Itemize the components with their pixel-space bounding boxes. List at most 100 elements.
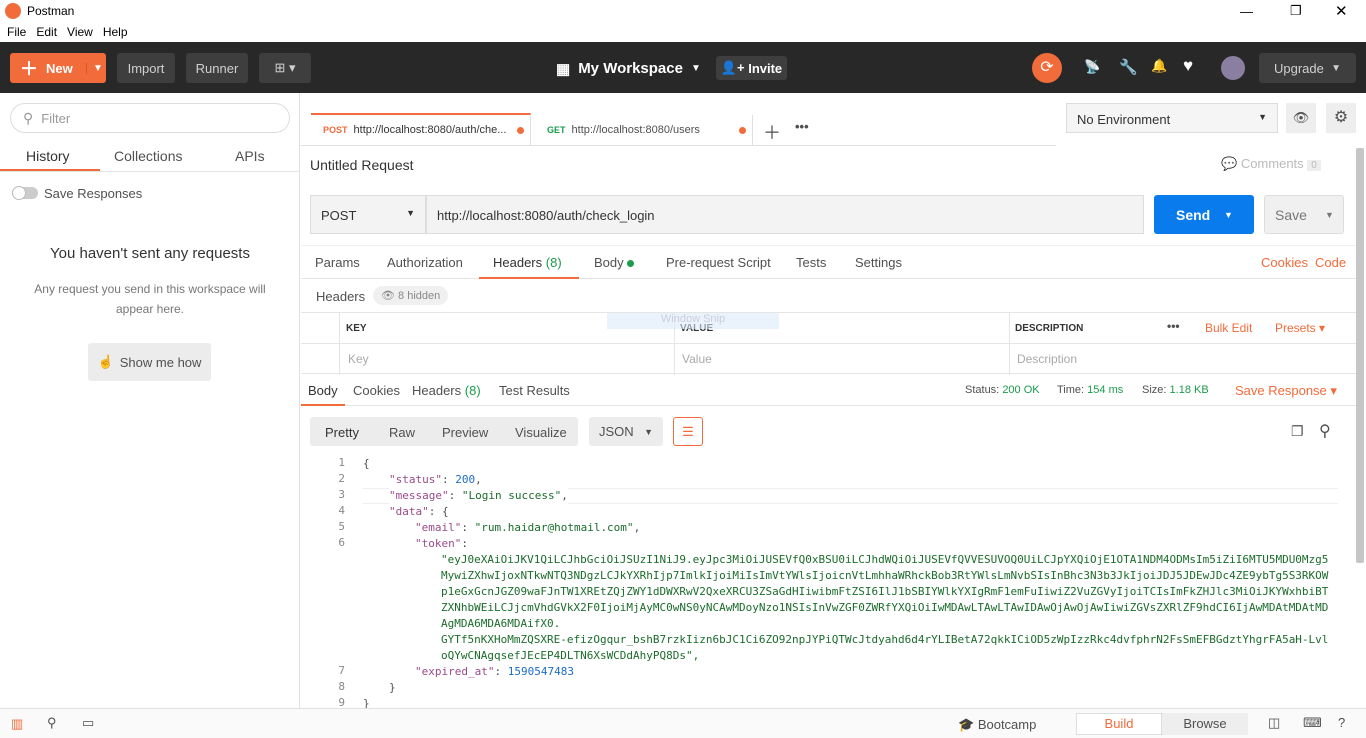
postman-logo-icon [5, 3, 21, 19]
code-link[interactable]: Code [1315, 255, 1346, 270]
invite-button[interactable]: 👤+ Invite [716, 56, 787, 80]
tab-collections[interactable]: Collections [114, 148, 182, 164]
cookies-link[interactable]: Cookies [1261, 255, 1308, 270]
pointer-icon: ☝ [97, 354, 114, 369]
view-preview[interactable]: Preview [442, 425, 488, 440]
bootcamp-link[interactable]: 🎓 Bootcamp [958, 717, 1036, 733]
satellite-icon[interactable]: 📡 [1084, 59, 1100, 75]
gear-icon[interactable]: ⚙ [1326, 103, 1356, 133]
tab-history[interactable]: History [26, 148, 70, 164]
add-tab-button[interactable]: ＋ [763, 119, 781, 145]
menu-view[interactable]: View [67, 25, 93, 39]
sync-icon[interactable]: ⟳ [1032, 53, 1062, 83]
find-icon[interactable]: ⚲ [47, 715, 57, 731]
send-button[interactable]: Send ▼ [1154, 195, 1254, 234]
code-line: "email": "rum.haidar@hotmail.com", [415, 521, 641, 534]
line-number: 6 [338, 536, 345, 549]
format-select[interactable]: JSON ▼ [589, 417, 663, 446]
line-number: 9 [338, 696, 345, 708]
request-title[interactable]: Untitled Request [310, 157, 414, 173]
heart-icon[interactable]: ♥ [1183, 56, 1193, 76]
environment-select[interactable]: No Environment ▼ [1066, 103, 1278, 133]
avatar[interactable] [1221, 56, 1245, 80]
filter-input[interactable]: ⚲ Filter [10, 103, 290, 133]
line-number: 4 [338, 504, 345, 517]
chevron-down-icon[interactable]: ▼ [86, 62, 103, 74]
new-window-button[interactable]: ⊞ ▾ [259, 53, 311, 83]
sidebar-toggle-icon[interactable]: ▥ [11, 716, 23, 732]
code-line: p1eGxGcnJGZ09waFJnTW1XREtZQjZWY1dDWXRwV2… [441, 585, 1329, 598]
tab-tests[interactable]: Tests [796, 255, 826, 270]
view-pretty[interactable]: Pretty [325, 425, 359, 440]
value-input[interactable]: Value [682, 352, 712, 366]
tab-params[interactable]: Params [315, 255, 360, 270]
line-number: 5 [338, 520, 345, 533]
comments-button[interactable]: 💬 Comments 0 [1221, 156, 1321, 172]
minimize-button[interactable]: — [1240, 4, 1253, 19]
column-key: KEY [346, 323, 367, 334]
copy-icon[interactable]: ❐ [1291, 423, 1304, 440]
two-pane-icon[interactable]: ◫ [1268, 715, 1280, 731]
tab-body[interactable]: Body [594, 255, 635, 270]
menu-file[interactable]: File [7, 25, 26, 39]
window-title: Postman [27, 4, 75, 18]
status-bar: ▥ ⚲ ▭ 🎓 Bootcamp Build Browse ◫ ⌨ ? [0, 708, 1366, 738]
workspace-selector[interactable]: ▦ My Workspace ▼ [556, 60, 701, 78]
bulk-edit-link[interactable]: Bulk Edit [1205, 321, 1252, 335]
show-me-how-button[interactable]: ☝ Show me how [88, 343, 211, 381]
response-tabs: Body Cookies Headers (8) Test Results St… [301, 375, 1356, 406]
wrench-icon[interactable]: 🔧 [1119, 58, 1138, 76]
wrap-lines-icon[interactable]: ☰ [673, 417, 703, 446]
line-number: 2 [338, 472, 345, 485]
key-input[interactable]: Key [348, 352, 369, 366]
bell-icon[interactable]: 🔔 [1151, 58, 1167, 74]
new-button[interactable]: ＋ New ▼ [10, 53, 106, 83]
code-line: "status": 200, [389, 473, 482, 486]
import-button[interactable]: Import [117, 53, 175, 83]
view-raw[interactable]: Raw [389, 425, 415, 440]
plus-icon: ＋ [20, 59, 38, 79]
help-icon[interactable]: ? [1338, 715, 1345, 730]
line-number: 1 [338, 456, 345, 469]
tab-settings[interactable]: Settings [855, 255, 902, 270]
response-body-code[interactable]: 1 {2 "status": 200, 3 "message": "Login succ… [301, 456, 1341, 708]
hidden-headers-toggle[interactable]: 👁 8 hidden [373, 286, 449, 305]
request-tab-1[interactable]: POST http://localhost:8080/auth/che... [311, 113, 531, 145]
presets-dropdown[interactable]: Presets ▾ [1275, 321, 1325, 335]
scrollbar[interactable] [1356, 148, 1364, 563]
eye-icon[interactable]: 👁 [1286, 103, 1316, 133]
tab-response-body[interactable]: Body [308, 383, 338, 398]
browse-button[interactable]: Browse [1162, 713, 1248, 735]
code-line: "token": [415, 537, 475, 550]
close-button[interactable]: ✕ [1335, 2, 1348, 20]
tab-headers[interactable]: Headers (8) [493, 255, 562, 270]
save-responses-toggle[interactable] [12, 186, 38, 200]
url-input[interactable]: http://localhost:8080/auth/check_login [426, 195, 1144, 234]
save-button[interactable]: Save ▼ [1264, 195, 1344, 234]
upgrade-button[interactable]: Upgrade ▼ [1259, 53, 1356, 83]
build-button[interactable]: Build [1076, 713, 1162, 735]
tab-pre-request-script[interactable]: Pre-request Script [666, 255, 771, 270]
tab-response-cookies[interactable]: Cookies [353, 383, 400, 398]
runner-button[interactable]: Runner [186, 53, 248, 83]
code-line: } [389, 681, 396, 694]
menu-edit[interactable]: Edit [36, 25, 57, 39]
keyboard-icon[interactable]: ⌨ [1303, 715, 1322, 731]
console-icon[interactable]: ▭ [82, 715, 94, 731]
tab-apis[interactable]: APIs [235, 148, 265, 164]
request-tab-2[interactable]: GET http://localhost:8080/users [533, 115, 753, 145]
method-select[interactable]: POST ▼ [310, 195, 426, 234]
tab-authorization[interactable]: Authorization [387, 255, 463, 270]
tab-test-results[interactable]: Test Results [499, 383, 570, 398]
maximize-button[interactable]: ❐ [1290, 3, 1302, 19]
more-options-button[interactable]: ••• [1167, 319, 1180, 333]
save-response-button[interactable]: Save Response ▾ [1235, 383, 1337, 399]
description-input[interactable]: Description [1017, 352, 1077, 366]
search-icon[interactable]: ⚲ [1319, 421, 1331, 441]
menu-help[interactable]: Help [103, 25, 128, 39]
tab-response-headers[interactable]: Headers (8) [412, 383, 481, 398]
code-line: GYTf5nKXHoMmZQSXRE-efizOgqur_bshB7rzkIiz… [441, 633, 1329, 646]
column-description: DESCRIPTION [1015, 323, 1084, 334]
view-visualize[interactable]: Visualize [515, 425, 567, 440]
more-tabs-button[interactable]: ••• [795, 119, 809, 134]
